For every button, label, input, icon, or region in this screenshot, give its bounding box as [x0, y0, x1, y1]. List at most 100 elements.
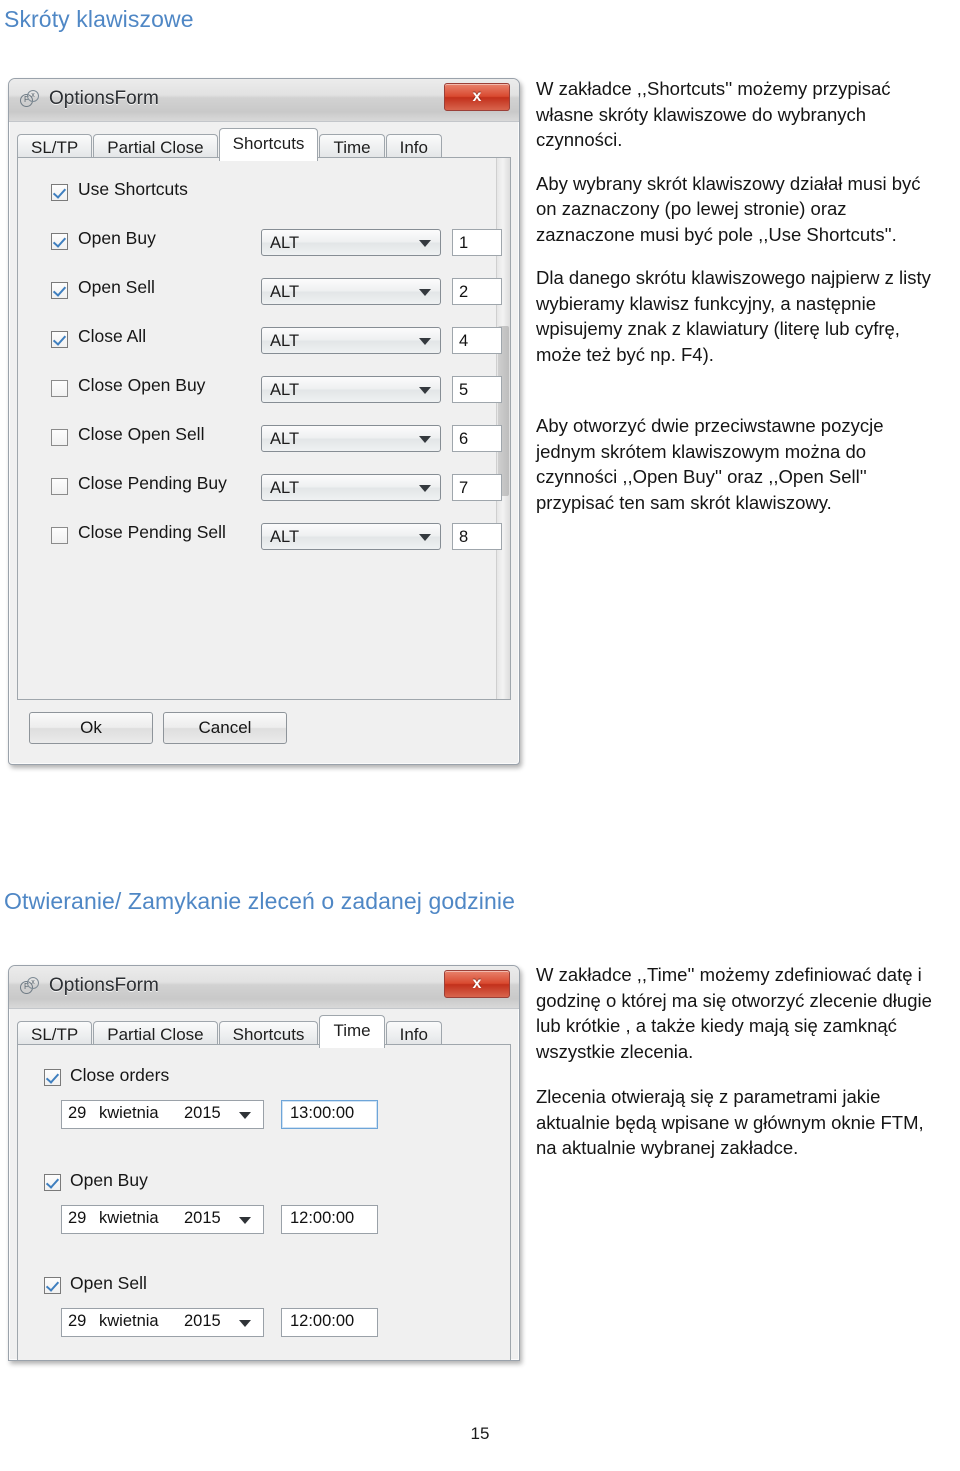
chevron-down-icon	[419, 436, 431, 443]
checkbox-open-buy[interactable]	[51, 233, 68, 250]
combo-modifier-close-pending-buy[interactable]: ALT	[261, 474, 441, 501]
chevron-down-icon	[419, 485, 431, 492]
chevron-down-icon	[419, 338, 431, 345]
row-use-shortcuts: Use Shortcuts	[18, 178, 510, 212]
label-open-sell: Open Sell	[78, 277, 155, 297]
time-input-close-orders[interactable]: 13:00:00	[281, 1100, 378, 1129]
key-input-open-sell[interactable]: 2	[452, 278, 502, 305]
checkbox-close-pending-sell[interactable]	[51, 527, 68, 544]
section1-text: W zakładce ,,Shortcuts'' możemy przypisa…	[536, 76, 944, 515]
dialog-footer: Ok Cancel	[17, 700, 511, 756]
date-month: kwietnia	[99, 1104, 159, 1122]
form-icon: Fx	[20, 90, 40, 110]
close-icon[interactable]: x	[444, 83, 510, 111]
paragraph: W zakładce ,,Shortcuts'' możemy przypisa…	[536, 78, 891, 150]
row-open-sell: Open Sell ALT 2	[18, 276, 510, 310]
dialog-title: OptionsForm	[49, 88, 159, 109]
checkbox-close-orders[interactable]	[44, 1069, 61, 1086]
ok-button[interactable]: Ok	[29, 712, 153, 744]
label-use-shortcuts: Use Shortcuts	[78, 179, 188, 199]
date-picker-open-buy[interactable]: 29 kwietnia 2015	[61, 1205, 264, 1234]
row-close-open-sell: Close Open Sell ALT 6	[18, 423, 510, 457]
checkbox-open-sell[interactable]	[51, 282, 68, 299]
date-year: 2015	[184, 1104, 221, 1122]
label-close-open-buy: Close Open Buy	[78, 375, 206, 395]
combo-modifier-open-sell[interactable]: ALT	[261, 278, 441, 305]
checkbox-open-buy-time[interactable]	[44, 1174, 61, 1191]
key-value: 1	[459, 234, 469, 252]
checkbox-open-sell-time[interactable]	[44, 1277, 61, 1294]
date-day: 29	[68, 1209, 87, 1227]
close-icon[interactable]: x	[444, 970, 510, 998]
tab-time[interactable]: Time	[319, 1015, 385, 1048]
page-title-time: Otwieranie/ Zamykanie zleceń o zadanej g…	[4, 888, 515, 914]
checkbox-close-pending-buy[interactable]	[51, 478, 68, 495]
chevron-down-icon	[239, 1112, 251, 1119]
date-month: kwietnia	[99, 1312, 159, 1330]
key-input-close-open-buy[interactable]: 5	[452, 376, 502, 403]
key-input-close-open-sell[interactable]: 6	[452, 425, 502, 452]
key-input-close-all[interactable]: 4	[452, 327, 502, 354]
key-input-open-buy[interactable]: 1	[452, 229, 502, 256]
combo-value: ALT	[270, 332, 300, 350]
combo-value: ALT	[270, 283, 300, 301]
combo-value: ALT	[270, 528, 300, 546]
row-close-pending-buy: Close Pending Buy ALT 7	[18, 472, 510, 506]
chevron-down-icon	[239, 1217, 251, 1224]
time-value: 12:00:00	[290, 1209, 355, 1227]
paragraph: Dla danego skrótu klawiszowego najpierw …	[536, 267, 931, 365]
chevron-down-icon	[419, 240, 431, 247]
label-open-sell-time: Open Sell	[70, 1273, 147, 1293]
date-picker-close-orders[interactable]: 29 kwietnia 2015	[61, 1100, 264, 1129]
label-close-orders: Close orders	[70, 1065, 170, 1085]
paragraph: Aby wybrany skrót klawiszowy działał mus…	[536, 172, 921, 245]
date-day: 29	[68, 1312, 87, 1330]
key-value: 6	[459, 430, 469, 448]
checkbox-close-all[interactable]	[51, 331, 68, 348]
row-close-open-buy: Close Open Buy ALT 5	[18, 374, 510, 408]
chevron-down-icon	[239, 1320, 251, 1327]
date-month: kwietnia	[99, 1209, 159, 1227]
row-close-pending-sell: Close Pending Sell ALT 8	[18, 521, 510, 555]
paragraph: Aby otworzyć dwie przeciwstawne pozycje …	[536, 415, 884, 513]
options-form-shortcuts-dialog: Fx OptionsForm x SL/TP Partial Close Sho…	[8, 78, 520, 765]
key-input-close-pending-buy[interactable]: 7	[452, 474, 502, 501]
key-value: 4	[459, 332, 469, 350]
cancel-button[interactable]: Cancel	[163, 712, 287, 744]
options-form-time-dialog: Fx OptionsForm x SL/TP Partial Close Sho…	[8, 965, 520, 1361]
combo-modifier-close-open-sell[interactable]: ALT	[261, 425, 441, 452]
label-close-all: Close All	[78, 326, 147, 346]
tab-shortcuts[interactable]: Shortcuts	[218, 128, 319, 161]
combo-value: ALT	[270, 381, 300, 399]
key-value: 7	[459, 479, 469, 497]
checkbox-close-open-buy[interactable]	[51, 380, 68, 397]
form-icon: Fx	[20, 977, 40, 997]
combo-modifier-close-open-buy[interactable]: ALT	[261, 376, 441, 403]
time-input-open-sell[interactable]: 12:00:00	[281, 1308, 378, 1337]
time-input-open-buy[interactable]: 12:00:00	[281, 1205, 378, 1234]
combo-value: ALT	[270, 479, 300, 497]
date-day: 29	[68, 1104, 87, 1122]
dialog-titlebar: Fx OptionsForm x	[9, 79, 519, 122]
dialog-title: OptionsForm	[49, 975, 159, 996]
combo-modifier-open-buy[interactable]: ALT	[261, 229, 441, 256]
time-panel: Close orders 29 kwietnia 2015 13:00:00 O…	[17, 1044, 511, 1360]
label-open-buy-time: Open Buy	[70, 1170, 148, 1190]
checkbox-use-shortcuts[interactable]	[51, 184, 68, 201]
key-input-close-pending-sell[interactable]: 8	[452, 523, 502, 550]
key-value: 2	[459, 283, 469, 301]
combo-modifier-close-all[interactable]: ALT	[261, 327, 441, 354]
combo-modifier-close-pending-sell[interactable]: ALT	[261, 523, 441, 550]
label-close-open-sell: Close Open Sell	[78, 424, 205, 444]
checkbox-close-open-sell[interactable]	[51, 429, 68, 446]
date-picker-open-sell[interactable]: 29 kwietnia 2015	[61, 1308, 264, 1337]
label-open-buy: Open Buy	[78, 228, 156, 248]
paragraph: Zlecenia otwierają się z parametrami jak…	[536, 1086, 924, 1158]
page-number: 15	[470, 1424, 490, 1443]
chevron-down-icon	[419, 289, 431, 296]
date-year: 2015	[184, 1312, 221, 1330]
key-value: 8	[459, 528, 469, 546]
time-value: 12:00:00	[290, 1312, 355, 1330]
page-title-shortcuts: Skróty klawiszowe	[4, 6, 194, 32]
combo-value: ALT	[270, 234, 300, 252]
